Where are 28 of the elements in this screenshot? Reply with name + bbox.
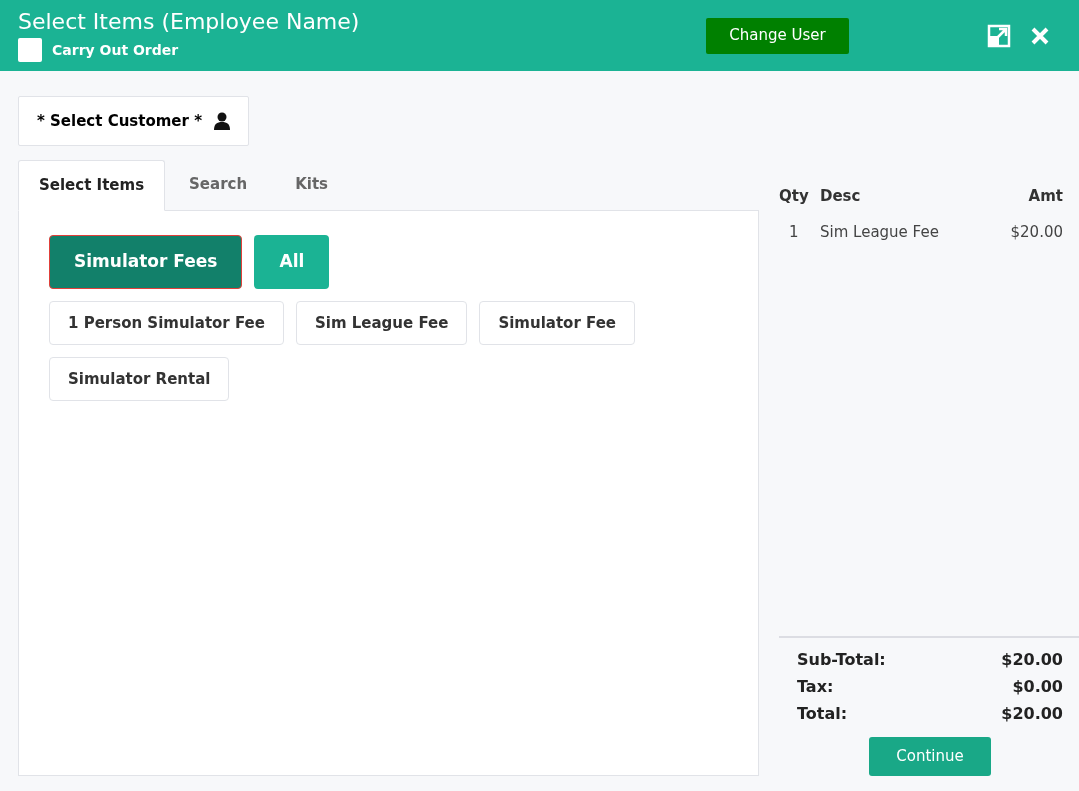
- user-icon: [214, 112, 230, 130]
- expand-icon[interactable]: [987, 23, 1011, 48]
- close-icon[interactable]: [1031, 26, 1049, 45]
- select-customer-button[interactable]: * Select Customer *: [18, 96, 249, 146]
- total-label: Tax:: [797, 675, 834, 698]
- column-header: Amt: [1028, 185, 1063, 207]
- desc-cell-text: Sim League Fee: [820, 221, 939, 243]
- total-value: $0.00: [1012, 675, 1063, 698]
- column-header: Desc: [820, 185, 861, 207]
- item-button[interactable]: Simulator Rental: [49, 357, 230, 401]
- total-label: Sub-Total:: [797, 648, 886, 671]
- item-button[interactable]: Sim League Fee: [295, 301, 468, 345]
- change-user-button[interactable]: Change User: [706, 17, 849, 54]
- category-button[interactable]: Simulator Fees: [49, 235, 243, 289]
- total-label: Total:: [797, 702, 848, 725]
- tab[interactable]: Search: [165, 159, 272, 210]
- carry-out-label: Carry Out Order: [52, 40, 179, 60]
- amount-cell-text: $20.00: [1010, 221, 1063, 243]
- total-value: $20.00: [1001, 702, 1063, 725]
- column-header: Qty: [779, 185, 810, 207]
- tab[interactable]: Kits: [271, 159, 352, 210]
- tab[interactable]: Select Items: [18, 160, 166, 211]
- carry-out-checkbox[interactable]: [18, 38, 42, 62]
- total-value: $20.00: [1001, 648, 1063, 671]
- item-button[interactable]: Simulator Fee: [479, 301, 636, 345]
- qty-cell-text: 1: [788, 221, 800, 243]
- window-title: Select Items (Employee Name): [18, 9, 361, 35]
- item-button[interactable]: 1 Person Simulator Fee: [49, 301, 284, 345]
